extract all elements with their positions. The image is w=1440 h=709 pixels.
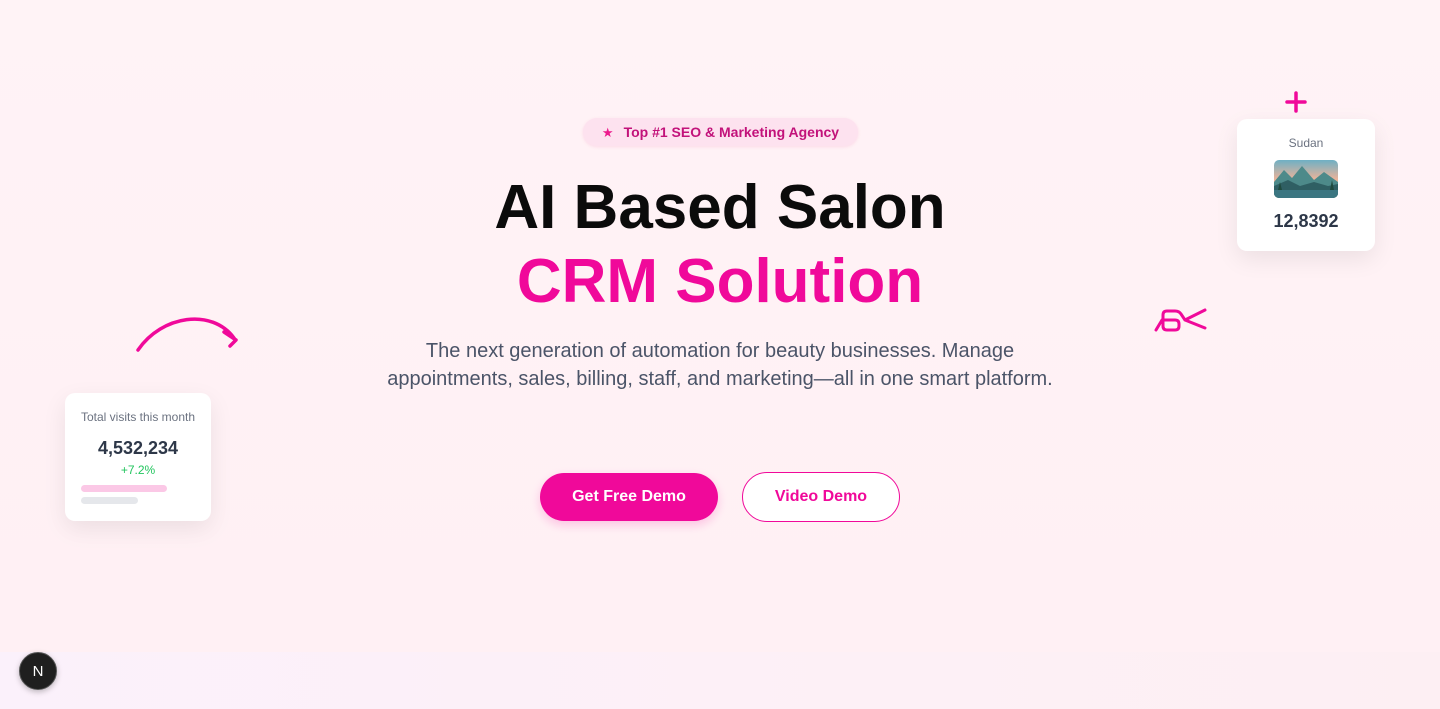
- hero-title-line2: CRM Solution: [516, 247, 924, 316]
- dev-tools-button[interactable]: N: [19, 652, 57, 690]
- video-demo-button[interactable]: Video Demo: [742, 472, 900, 522]
- visits-card: Total visits this month 4,532,234 +7.2%: [65, 393, 211, 521]
- country-value: 12,8392: [1273, 211, 1339, 231]
- star-icon: ★: [601, 124, 614, 140]
- squiggle-icon: [1154, 308, 1207, 332]
- visits-progress-bar: [81, 485, 167, 492]
- landscape-image: [1274, 160, 1338, 198]
- visits-change: +7.2%: [120, 463, 156, 477]
- visits-value: 4,532,234: [97, 438, 179, 458]
- visits-secondary-bar: [81, 497, 138, 504]
- country-card: Sudan 12,8392: [1237, 119, 1375, 251]
- dev-tools-letter: N: [32, 662, 44, 680]
- get-free-demo-button[interactable]: Get Free Demo: [540, 473, 718, 521]
- hero-title-line1: AI Based Salon: [494, 173, 946, 242]
- agency-badge-text: Top #1 SEO & Marketing Agency: [623, 124, 840, 140]
- plus-icon: [1285, 91, 1307, 113]
- hero-subtitle: The next generation of automation for be…: [387, 340, 1053, 390]
- country-name: Sudan: [1288, 136, 1324, 150]
- curved-arrow-icon: [136, 317, 238, 352]
- agency-badge: ★ Top #1 SEO & Marketing Agency: [583, 118, 858, 146]
- next-section-band: [0, 652, 1440, 709]
- visits-label: Total visits this month: [80, 410, 196, 424]
